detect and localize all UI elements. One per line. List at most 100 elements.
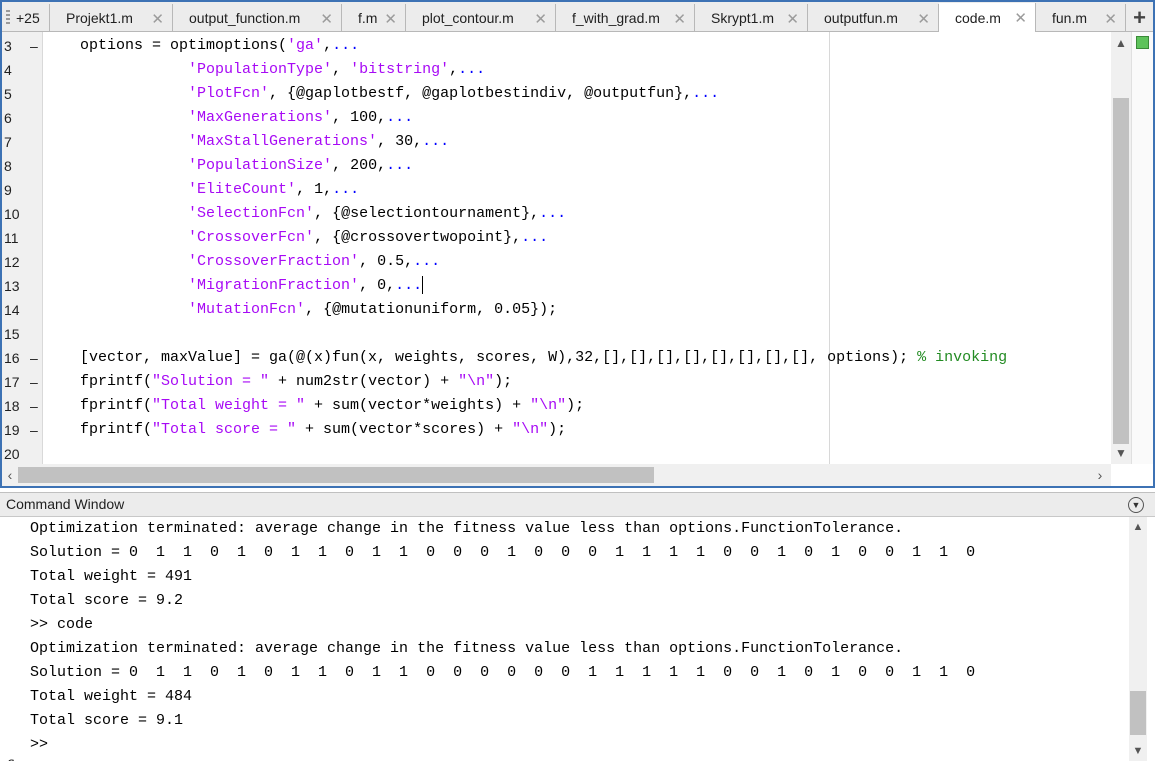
editor-vertical-scrollbar[interactable]: ▲ ▼	[1111, 32, 1131, 464]
command-window-output[interactable]: Optimization terminated: average change …	[0, 517, 1129, 761]
editor-tab[interactable]: fun.m ✕	[1036, 4, 1126, 32]
tab-label: f_with_grad.m	[572, 10, 660, 26]
code-line[interactable]: 8 'PopulationSize', 200,...	[2, 154, 1153, 178]
code-token: + sum(vector*scores) +	[296, 421, 513, 438]
scroll-right-icon[interactable]: ›	[1092, 464, 1108, 486]
function-browser-icon[interactable]: fx	[5, 757, 21, 761]
close-icon[interactable]: ✕	[384, 10, 397, 28]
line-number: 13	[4, 278, 20, 294]
editor-vertical-scroll-thumb[interactable]	[1113, 98, 1129, 444]
string-token: "Total weight = "	[152, 397, 306, 414]
code-line[interactable]: 13 'MigrationFraction', 0,...	[2, 274, 1153, 298]
command-window-scrollbar[interactable]: ▲ ▼	[1129, 517, 1147, 761]
scroll-down-icon[interactable]: ▼	[1129, 743, 1147, 759]
tab-label: Projekt1.m	[66, 10, 133, 26]
code-line[interactable]: 17– fprintf("Solution = " + num2str(vecto…	[2, 370, 1153, 394]
command-output-line: Total weight = 484	[30, 688, 193, 705]
panel-menu-icon[interactable]: ▼	[1128, 497, 1144, 513]
close-icon[interactable]: ✕	[673, 10, 686, 28]
code-token: + num2str(vector) +	[269, 373, 459, 390]
command-output-line: Solution = 0 1 1 0 1 0 1 1 0 1 1 0 0 0 0…	[30, 664, 976, 681]
command-window-scroll-thumb[interactable]	[1130, 691, 1146, 735]
code-line[interactable]: 4 'PopulationType', 'bitstring',...	[2, 58, 1153, 82]
code-token: , 200,	[332, 157, 387, 174]
code-line[interactable]: 14 'MutationFcn', {@mutationuniform, 0.0…	[2, 298, 1153, 322]
close-icon[interactable]: ✕	[917, 10, 930, 28]
close-icon[interactable]: ✕	[1014, 9, 1027, 27]
code-line[interactable]: 10 'SelectionFcn', {@selectiontournament…	[2, 202, 1153, 226]
string-token: 'MaxStallGenerations'	[188, 133, 378, 150]
scroll-down-icon[interactable]: ▼	[1111, 444, 1131, 462]
tab-label: code.m	[955, 10, 1001, 26]
editor-tab[interactable]: code.m ✕	[939, 3, 1036, 33]
string-token: 'CrossoverFcn'	[188, 229, 315, 246]
line-number: 12	[4, 254, 20, 270]
line-number: 7	[4, 134, 12, 150]
drag-grip-icon[interactable]	[6, 10, 10, 26]
code-line[interactable]: 3 – options = optimoptions('ga',...	[2, 34, 1153, 58]
line-number: 16	[4, 350, 20, 366]
breakpoint-marker[interactable]: –	[30, 370, 38, 394]
line-number: 17	[4, 374, 20, 390]
editor-tab[interactable]: Projekt1.m ✕	[50, 4, 173, 32]
code-line[interactable]: 11 'CrossoverFcn', {@crossovertwopoint},…	[2, 226, 1153, 250]
command-prompt[interactable]: >>	[30, 733, 57, 757]
code-token: , 100,	[332, 109, 387, 126]
editor-tab[interactable]: outputfun.m ✕	[808, 4, 939, 32]
breakpoint-marker[interactable]: –	[30, 346, 38, 370]
code-analyzer-ok-icon[interactable]	[1136, 36, 1149, 49]
string-token: 'MigrationFraction'	[188, 277, 360, 294]
close-icon[interactable]: ✕	[1104, 10, 1117, 28]
editor-tab[interactable]: Skrypt1.m ✕	[695, 4, 808, 32]
close-icon[interactable]: ✕	[534, 10, 547, 28]
more-tabs-label: +25	[16, 10, 40, 26]
comment-token: % invoking	[917, 349, 1008, 366]
editor-horizontal-scroll-thumb[interactable]	[18, 467, 654, 483]
string-token: 'PlotFcn'	[188, 85, 270, 102]
close-icon[interactable]: ✕	[151, 10, 164, 28]
more-tabs-button[interactable]: +25	[2, 4, 50, 32]
code-analyzer-strip	[1131, 32, 1153, 464]
code-line[interactable]: 20	[2, 442, 1153, 466]
scroll-up-icon[interactable]: ▲	[1111, 34, 1131, 52]
close-icon[interactable]: ✕	[786, 10, 799, 28]
continuation-token: ...	[386, 157, 414, 174]
editor-tab[interactable]: f_with_grad.m ✕	[556, 4, 695, 32]
string-token: 'SelectionFcn'	[188, 205, 315, 222]
line-number: 6	[4, 110, 12, 126]
code-line[interactable]: 19– fprintf("Total score = " + sum(vector…	[2, 418, 1153, 442]
editor-tab[interactable]: f.m ✕	[342, 4, 406, 32]
command-output-line: >> code	[30, 616, 94, 633]
code-text: 'SelectionFcn', {@selectiontournament},.…	[80, 202, 566, 226]
line-number: 5	[4, 86, 12, 102]
code-line[interactable]: 5 'PlotFcn', {@gaplotbestf, @gaplotbesti…	[2, 82, 1153, 106]
code-line[interactable]: 15	[2, 322, 1153, 346]
close-icon[interactable]: ✕	[320, 10, 333, 28]
code-token: ,	[323, 37, 333, 54]
tab-label: outputfun.m	[824, 10, 898, 26]
code-text: [vector, maxValue] = ga(@(x)fun(x, weigh…	[80, 346, 1007, 370]
breakpoint-marker[interactable]: –	[30, 34, 38, 58]
code-line[interactable]: 6 'MaxGenerations', 100,...	[2, 106, 1153, 130]
code-line[interactable]: 16– [vector, maxValue] = ga(@(x)fun(x, we…	[2, 346, 1153, 370]
code-line[interactable]: 12 'CrossoverFraction', 0.5,...	[2, 250, 1153, 274]
code-text: 'PlotFcn', {@gaplotbestf, @gaplotbestind…	[80, 82, 719, 106]
scroll-left-icon[interactable]: ‹	[2, 464, 18, 486]
scroll-up-icon[interactable]: ▲	[1129, 519, 1147, 535]
editor-horizontal-scrollbar[interactable]: ‹ ›	[2, 464, 1111, 486]
editor-tab[interactable]: plot_contour.m ✕	[406, 4, 556, 32]
command-output-line: Total score = 9.1	[30, 712, 184, 729]
code-token: , {@selectiontournament},	[314, 205, 540, 222]
breakpoint-marker[interactable]: –	[30, 418, 38, 442]
code-line[interactable]: 18– fprintf("Total weight = " + sum(vecto…	[2, 394, 1153, 418]
new-tab-button[interactable]: +	[1126, 4, 1153, 32]
breakpoint-marker[interactable]: –	[30, 394, 38, 418]
editor-tab[interactable]: output_function.m ✕	[173, 4, 342, 32]
code-line[interactable]: 9 'EliteCount', 1,...	[2, 178, 1153, 202]
code-line[interactable]: 7 'MaxStallGenerations', 30,...	[2, 130, 1153, 154]
